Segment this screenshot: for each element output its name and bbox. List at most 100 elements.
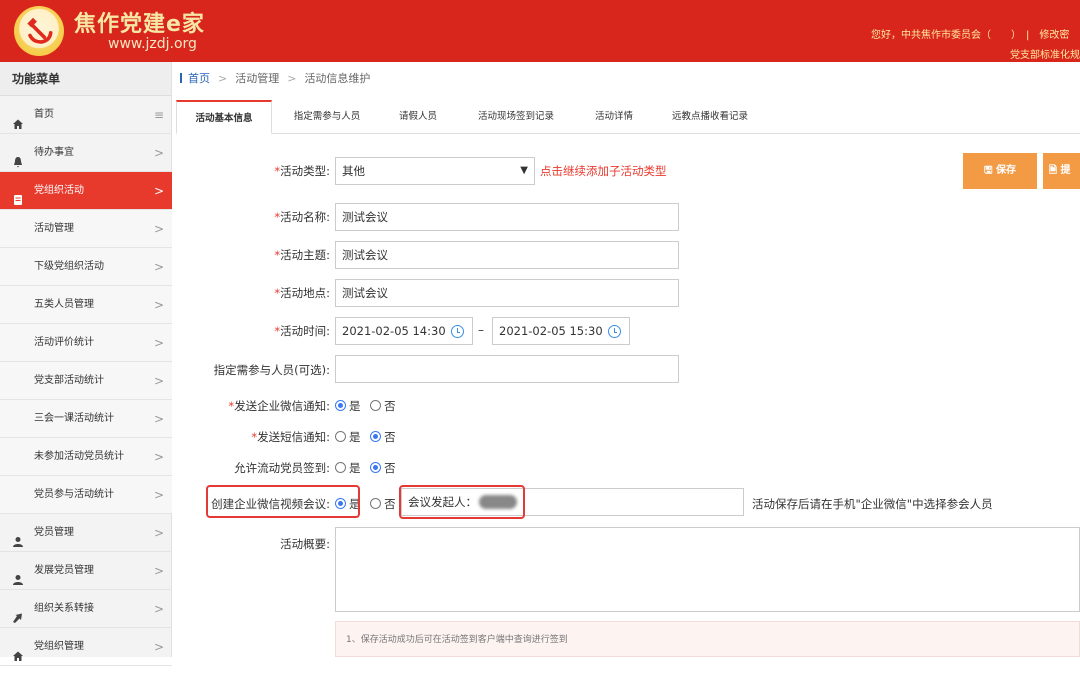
sidebar-item-label: 组织关系转接 bbox=[34, 603, 94, 614]
video-meeting-hint: 活动保存后请在手机"企业微信"中选择参会人员 bbox=[752, 497, 993, 511]
tab-checkin-records[interactable]: 活动现场签到记录 bbox=[466, 100, 566, 134]
sidebar-item[interactable]: 组织关系转接 > bbox=[0, 590, 172, 628]
start-time-input[interactable]: 2021-02-05 14:30 bbox=[335, 317, 473, 345]
hammer-sickle-icon bbox=[27, 17, 53, 44]
document-icon: 🗎 bbox=[1049, 165, 1061, 176]
tab-basic-info[interactable]: 活动基本信息 bbox=[176, 100, 272, 134]
activity-type-label-text: 活动类型: bbox=[280, 164, 330, 178]
add-sub-type-link[interactable]: 点击继续添加子活动类型 bbox=[540, 163, 667, 179]
sms-notice-no[interactable]: 否 bbox=[370, 430, 396, 444]
radio-unchecked-icon[interactable] bbox=[335, 431, 346, 442]
no-label: 否 bbox=[384, 461, 396, 475]
radio-checked-icon[interactable] bbox=[335, 400, 346, 411]
sidebar-item[interactable]: 五类人员管理 > bbox=[0, 286, 172, 324]
user-greeting[interactable]: 您好，中共焦作市委员会（ ） | 修改密 bbox=[871, 26, 1069, 41]
no-label: 否 bbox=[384, 399, 396, 413]
sms-notice-label: *发送短信通知: bbox=[180, 429, 330, 445]
chevron-right-icon: > bbox=[153, 146, 164, 160]
sidebar-item-label: 活动管理 bbox=[34, 223, 74, 234]
no-label: 否 bbox=[384, 497, 396, 511]
sidebar-item[interactable]: 首页 ≡ bbox=[0, 96, 172, 134]
end-time-input[interactable]: 2021-02-05 15:30 bbox=[492, 317, 630, 345]
chevron-right-icon: > bbox=[153, 336, 164, 350]
mobile-sign-no[interactable]: 否 bbox=[370, 461, 396, 475]
wechat-notice-radio-group: 是 否 bbox=[335, 398, 402, 414]
sidebar-item-label: 发展党员管理 bbox=[34, 565, 94, 576]
radio-unchecked-icon[interactable] bbox=[370, 400, 382, 411]
chevron-right-icon: > bbox=[153, 450, 164, 464]
sidebar-item-label: 活动评价统计 bbox=[34, 337, 94, 348]
tab-activity-details[interactable]: 活动详情 bbox=[584, 100, 644, 134]
radio-checked-icon[interactable] bbox=[370, 431, 382, 442]
activity-type-value: 其他 bbox=[342, 164, 365, 178]
breadcrumb-marker bbox=[180, 73, 182, 83]
chevron-right-icon: > bbox=[153, 564, 164, 578]
submit-button-label: 提 bbox=[1060, 165, 1071, 176]
yes-label: 是 bbox=[349, 430, 361, 444]
save-icon: 🖫 bbox=[983, 165, 996, 176]
sidebar-item[interactable]: 三会一课活动统计 > bbox=[0, 400, 172, 438]
participants-input[interactable] bbox=[335, 355, 679, 383]
summary-textarea[interactable] bbox=[335, 527, 1080, 612]
summary-label: 活动概要: bbox=[280, 537, 330, 551]
tab-remote-viewing-records[interactable]: 远教点播收看记录 bbox=[662, 100, 758, 134]
user-icon bbox=[12, 527, 24, 547]
chevron-right-icon: > bbox=[153, 602, 164, 616]
sms-notice-yes[interactable]: 是 bbox=[335, 430, 361, 444]
sidebar-item[interactable]: 党组织活动 > bbox=[0, 172, 172, 210]
sidebar-item-label: 党员管理 bbox=[34, 527, 74, 538]
activity-name-input[interactable]: 测试会议 bbox=[335, 203, 679, 231]
sidebar-item[interactable]: 未参加活动党员统计 > bbox=[0, 438, 172, 476]
menu-title: 功能菜单 bbox=[0, 62, 171, 96]
clock-icon[interactable] bbox=[451, 325, 464, 338]
party-emblem-logo bbox=[14, 6, 64, 56]
breadcrumb-activity-management[interactable]: 活动管理 bbox=[235, 72, 279, 85]
breadcrumb-separator: > bbox=[218, 72, 228, 85]
arrow-icon bbox=[12, 603, 24, 623]
video-meeting-no[interactable]: 否 bbox=[370, 497, 396, 511]
header-standardization-link[interactable]: 党支部标准化规 bbox=[1010, 46, 1080, 61]
wechat-notice-yes[interactable]: 是 bbox=[335, 399, 361, 413]
sms-notice-label-text: 发送短信通知: bbox=[257, 430, 330, 444]
tab-assigned-participants[interactable]: 指定需参与人员 bbox=[282, 100, 372, 134]
chevron-right-icon: > bbox=[153, 640, 164, 654]
video-meeting-highlight bbox=[206, 485, 360, 518]
sidebar-item-label: 下级党组织活动 bbox=[34, 261, 104, 272]
activity-place-input[interactable]: 测试会议 bbox=[335, 279, 679, 307]
radio-unchecked-icon[interactable] bbox=[370, 498, 382, 509]
mobile-sign-yes[interactable]: 是 bbox=[335, 461, 361, 475]
chevron-right-icon: > bbox=[153, 184, 164, 198]
sidebar-item[interactable]: 下级党组织活动 > bbox=[0, 248, 172, 286]
sidebar-item[interactable]: 待办事宜 > bbox=[0, 134, 172, 172]
breadcrumb-separator: > bbox=[287, 72, 297, 85]
clock-icon[interactable] bbox=[608, 325, 621, 338]
activity-theme-input[interactable]: 测试会议 bbox=[335, 241, 679, 269]
breadcrumb: 首页 > 活动管理 > 活动信息维护 bbox=[180, 70, 370, 86]
breadcrumb-home-link[interactable]: 首页 bbox=[188, 72, 210, 85]
radio-unchecked-icon[interactable] bbox=[335, 462, 346, 473]
sidebar-item[interactable]: 党员管理 > bbox=[0, 514, 172, 552]
sidebar-item[interactable]: 活动管理 > bbox=[0, 210, 172, 248]
activity-theme-label-text: 活动主题: bbox=[280, 248, 330, 262]
activity-time-label: *活动时间: bbox=[200, 323, 330, 339]
sidebar-item[interactable]: 党支部活动统计 > bbox=[0, 362, 172, 400]
sidebar-item[interactable]: 活动评价统计 > bbox=[0, 324, 172, 362]
activity-theme-label: *活动主题: bbox=[200, 247, 330, 263]
save-button[interactable]: 🖫 保存 bbox=[963, 153, 1037, 189]
sidebar-item-label: 党员参与活动统计 bbox=[34, 489, 114, 500]
radio-checked-icon[interactable] bbox=[370, 462, 382, 473]
site-name: 焦作党建e家 bbox=[74, 12, 205, 37]
menu-lines-icon: ≡ bbox=[153, 108, 164, 122]
sidebar-item[interactable]: 党组织管理 > bbox=[0, 628, 172, 666]
activity-type-select[interactable]: 其他 ▼ bbox=[335, 157, 535, 185]
submit-button[interactable]: 🗎 提 bbox=[1043, 153, 1080, 189]
sidebar-item-label: 三会一课活动统计 bbox=[34, 413, 114, 424]
chevron-down-icon: ▼ bbox=[520, 165, 528, 176]
sidebar-item[interactable]: 党员参与活动统计 > bbox=[0, 476, 172, 514]
sidebar-item-label: 党组织活动 bbox=[34, 185, 84, 196]
document-icon bbox=[12, 185, 24, 205]
sidebar-item[interactable]: 发展党员管理 > bbox=[0, 552, 172, 590]
tab-leave-people[interactable]: 请假人员 bbox=[388, 100, 448, 134]
start-time-value: 2021-02-05 14:30 bbox=[342, 324, 446, 338]
wechat-notice-no[interactable]: 否 bbox=[370, 399, 396, 413]
